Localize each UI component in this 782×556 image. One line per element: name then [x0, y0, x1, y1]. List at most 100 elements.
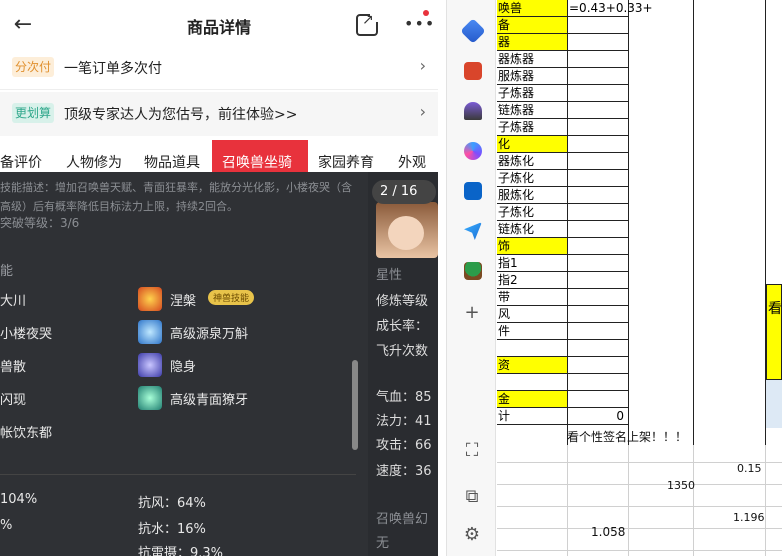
sheet-value-cell[interactable] — [568, 306, 629, 323]
banner-cell-lower — [766, 380, 782, 428]
sheet-label-cell[interactable]: 件 — [497, 323, 568, 340]
notification-dot — [423, 10, 429, 16]
settings-icon[interactable]: ⚙ — [460, 524, 484, 545]
sheet-value-cell[interactable] — [568, 255, 629, 272]
sheet-label-cell[interactable]: 器 — [497, 34, 568, 51]
stat-label: 法力：41 — [376, 414, 432, 429]
sheet-label-cell[interactable]: 器炼器 — [497, 51, 568, 68]
sheet-value-cell[interactable] — [568, 289, 629, 306]
skill-description: 技能描述：增加召唤兽天赋、青面狂暴率，能放分光化影，小楼夜哭（含高级）后有概率降… — [0, 181, 352, 213]
sheet-value-cell[interactable] — [568, 51, 629, 68]
tab-summon-mount-label: 召唤兽坐骑 — [222, 155, 292, 171]
installment-pay-row[interactable]: 分次付 一笔订单多次付 › — [0, 46, 438, 90]
sheet-value-cell[interactable] — [568, 119, 629, 136]
avatar-face — [388, 216, 424, 250]
copilot-icon[interactable] — [464, 142, 482, 160]
marquee-cell[interactable]: 看个性签名上架！！！ — [567, 428, 687, 445]
stat-label: 攻击：66 — [376, 438, 432, 453]
sheet-value-cell[interactable] — [568, 187, 629, 204]
sheet-value-cell[interactable]: =0.43+0.33+ — [568, 0, 653, 17]
skill-name: 闪现 — [0, 393, 27, 408]
sheet-label-cell[interactable]: 子炼器 — [497, 85, 568, 102]
toolbox-icon[interactable] — [464, 62, 482, 80]
skill-name: 帐饮东都 — [0, 426, 53, 441]
sheet-value-cell[interactable] — [568, 136, 629, 153]
product-detail-app: ← 商品详情 ↗ ••• 分次付 一笔订单多次付 › 更划算 顶级专家达人为您估… — [0, 0, 438, 556]
sheet-label-cell[interactable]: 链炼器 — [497, 102, 568, 119]
sheet-value-cell[interactable] — [568, 272, 629, 289]
outlook-icon[interactable] — [464, 182, 482, 200]
sheet-value-cell[interactable] — [568, 340, 629, 357]
sheet-value-cell[interactable] — [568, 391, 629, 408]
skills-heading: 能 — [0, 264, 14, 279]
spring-skill-icon — [138, 320, 162, 344]
sheet-label-cell[interactable]: 带 — [497, 289, 568, 306]
external-link-icon[interactable]: ⧉ — [460, 486, 484, 507]
sheet-value-cell[interactable]: 0 — [568, 408, 629, 425]
expert-appraisal-row[interactable]: 更划算 顶级专家达人为您估号，前往体验>> › — [0, 92, 438, 136]
sheet-value-cell[interactable] — [568, 374, 629, 391]
sheet-label-cell[interactable]: 器炼化 — [497, 153, 568, 170]
sheet-label-cell[interactable] — [497, 374, 568, 391]
sheet-label-cell[interactable]: 化 — [497, 136, 568, 153]
sheet-label-cell[interactable]: 指1 — [497, 255, 568, 272]
sheet-label-cell[interactable]: 饰 — [497, 238, 568, 255]
sheet-label-cell[interactable]: 子炼化 — [497, 204, 568, 221]
value-cell[interactable]: 0.15 — [737, 462, 762, 475]
tab-home[interactable]: 家园养育 — [318, 152, 374, 172]
skill-name: 大川 — [0, 294, 27, 309]
sheet-label-cell[interactable]: 计 — [497, 408, 568, 425]
more-dots-icon[interactable]: ••• — [404, 14, 435, 33]
sheet-value-cell[interactable] — [568, 357, 629, 374]
sheet-label-cell[interactable]: 服炼化 — [497, 187, 568, 204]
skill-name: 高级源泉万斛 — [170, 327, 249, 342]
resist-value: 抗风：64% — [138, 496, 206, 511]
tag-icon[interactable] — [460, 18, 486, 44]
panel-scrollbar[interactable] — [352, 360, 358, 450]
value-badge: 更划算 — [12, 103, 55, 123]
installment-text: 一笔订单多次付 — [64, 61, 162, 77]
sheet-label-cell[interactable]: 子炼化 — [497, 170, 568, 187]
tree-icon[interactable] — [464, 262, 482, 280]
summon-detail-panel: 技能描述：增加召唤兽天赋、青面狂暴率，能放分光化影，小楼夜哭（含高级）后有概率降… — [0, 172, 438, 556]
stealth-skill-icon — [138, 353, 162, 377]
sheet-label-cell[interactable] — [497, 340, 568, 357]
sheet-value-cell[interactable] — [568, 238, 629, 255]
value-cell[interactable]: 1.196 — [733, 511, 765, 524]
sheet-value-cell[interactable] — [568, 221, 629, 238]
tab-appearance[interactable]: 外观 — [398, 152, 426, 172]
skill-name: 高级青面獠牙 — [170, 393, 249, 408]
sheet-label-cell[interactable]: 风 — [497, 306, 568, 323]
app-header: ← 商品详情 ↗ ••• — [0, 0, 438, 52]
sheet-label-cell[interactable]: 备 — [497, 17, 568, 34]
screenshot-icon[interactable]: ⛶ — [460, 440, 484, 461]
chess-icon[interactable] — [464, 102, 482, 120]
sheet-label-cell[interactable]: 子炼器 — [497, 119, 568, 136]
tab-equipment-review[interactable]: 备评价 — [0, 152, 42, 172]
value-cell[interactable]: 1350 — [667, 479, 695, 492]
sheet-label-cell[interactable]: 资 — [497, 357, 568, 374]
tab-items[interactable]: 物品道具 — [144, 152, 200, 172]
sheet-label-cell[interactable]: 唤兽 — [497, 0, 568, 17]
value-cell[interactable]: 1.058 — [591, 525, 625, 539]
sheet-label-cell[interactable]: 服炼器 — [497, 68, 568, 85]
add-icon[interactable]: + — [460, 302, 484, 323]
sheet-label-cell[interactable]: 指2 — [497, 272, 568, 289]
sheet-label-cell[interactable]: 金 — [497, 391, 568, 408]
image-page-counter: 2 / 16 — [372, 180, 436, 204]
sheet-value-cell[interactable] — [568, 85, 629, 102]
sheet-value-cell[interactable] — [568, 102, 629, 119]
sheet-value-cell[interactable] — [568, 170, 629, 187]
installment-badge: 分次付 — [12, 57, 55, 77]
divine-skill-badge: 神兽技能 — [208, 290, 255, 305]
sheet-value-cell[interactable] — [568, 323, 629, 340]
send-icon[interactable] — [464, 222, 482, 240]
sheet-value-cell[interactable] — [568, 153, 629, 170]
sheet-value-cell[interactable] — [568, 68, 629, 85]
sheet-value-cell[interactable] — [568, 34, 629, 51]
sheet-label-cell[interactable]: 链炼化 — [497, 221, 568, 238]
stat-label: 召唤兽幻 — [376, 512, 429, 527]
sheet-value-cell[interactable] — [568, 17, 629, 34]
sheet-value-cell[interactable] — [568, 204, 629, 221]
tab-character[interactable]: 人物修为 — [66, 152, 122, 172]
